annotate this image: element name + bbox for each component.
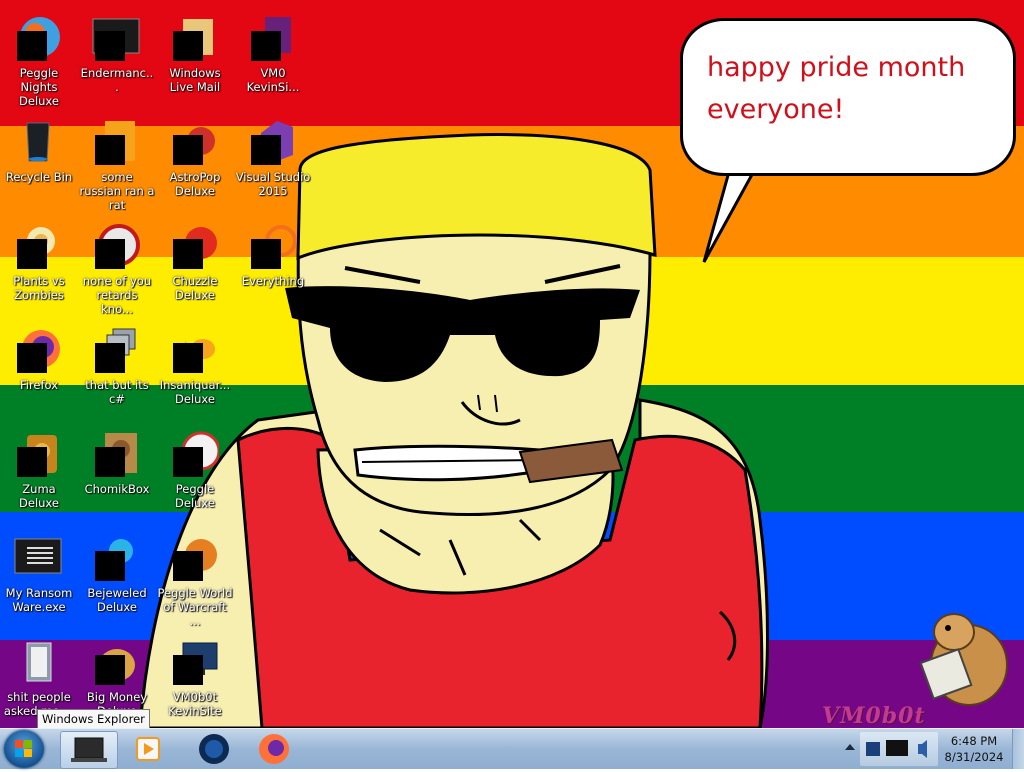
desktop-icon-chomikbox[interactable]: ChomikBox	[79, 425, 155, 525]
vm-globe-icon	[199, 734, 229, 764]
desktop-icon-windows-live-mail[interactable]: Windows Live Mail	[157, 9, 233, 109]
taskbar-firefox-button[interactable]	[246, 731, 302, 767]
desktop-icon-label: Windows Live Mail	[169, 66, 221, 94]
desktop-icon-label: Visual Studio 2015	[235, 170, 311, 198]
desktop-icon-none-of-you-retards-kno[interactable]: none of you retards kno...	[79, 217, 155, 317]
desktop-icon-vm0-kevinsi[interactable]: VM0 KevinSi...	[235, 9, 311, 109]
desktop-icon-my-ransom-ware[interactable]: My Ransom Ware.exe	[1, 529, 77, 629]
censor-box	[173, 655, 203, 685]
desktop-icon-peggle-nights-deluxe[interactable]: Peggle Nights Deluxe	[1, 9, 77, 109]
desktop-icon-zuma-deluxe[interactable]: Zuma Deluxe	[1, 425, 77, 525]
tray-volume-icon[interactable]	[918, 740, 927, 758]
desktop-icon-label: Endermanc...	[80, 66, 154, 94]
desktop-icon-vm0b0t-kevinsite[interactable]: VM0b0t KevinSite	[157, 633, 233, 728]
desktop-icon-label: Recycle Bin	[5, 170, 73, 184]
desktop-icon-label: Peggle World of Warcraft ...	[157, 586, 233, 628]
recycle-bin-icon	[26, 122, 50, 162]
censor-box	[17, 343, 47, 373]
censor-box	[173, 239, 203, 269]
taskbar: 6:48 PM 8/31/2024	[0, 728, 1024, 769]
desktop-icon-label: Everything	[241, 274, 305, 288]
desktop-icon-label: VM0b0t KevinSite	[168, 690, 222, 718]
censor-box	[95, 135, 125, 165]
desktop-icon-some-russian-ran-a-rat[interactable]: some russian ran a rat	[79, 113, 155, 213]
windows-start-orb-icon	[15, 740, 32, 757]
censor-box	[173, 551, 203, 581]
censor-box	[95, 343, 125, 373]
taskbar-vm-globe-button[interactable]	[186, 731, 242, 767]
taskbar-clock[interactable]: 6:48 PM 8/31/2024	[940, 733, 1008, 765]
censor-box	[95, 239, 125, 269]
desktop-icon-label: Insaniquar... Deluxe	[159, 378, 231, 406]
speech-bubble-text: happy pride month everyone!	[707, 47, 997, 131]
console-window-icon	[14, 538, 62, 574]
desktop-icon-label: some russian ran a rat	[79, 170, 155, 212]
desktop-icon-plants-vs-zombies[interactable]: Plants vs Zombies	[1, 217, 77, 317]
desktop-icon-label: Firefox	[19, 378, 59, 392]
censor-box	[95, 31, 125, 61]
censor-box	[17, 31, 47, 61]
desktop-icon-label: VM0 KevinSi...	[246, 66, 300, 94]
desktop-icon-astropop-deluxe[interactable]: AstroPop Deluxe	[157, 113, 233, 213]
censor-box	[17, 239, 47, 269]
desktop[interactable]: happy pride month everyone! VM0b0t Peggl…	[0, 0, 1024, 728]
censor-box	[173, 135, 203, 165]
censor-box	[251, 135, 281, 165]
censor-box	[251, 31, 281, 61]
desktop-icon-label: Bejeweled Deluxe	[87, 586, 147, 614]
desktop-icon-label: Chuzzle Deluxe	[172, 274, 218, 302]
desktop-icon-label: none of you retards kno...	[82, 274, 152, 316]
desktop-icon-that-but-its-csharp[interactable]: that but its c#	[79, 321, 155, 421]
desktop-icon-label: Peggle Deluxe	[175, 482, 215, 510]
desktop-icon-bejeweled-deluxe[interactable]: Bejeweled Deluxe	[79, 529, 155, 629]
desktop-icon-chuzzle-deluxe[interactable]: Chuzzle Deluxe	[157, 217, 233, 317]
windows-media-player-icon	[136, 737, 160, 761]
desktop-icon-everything[interactable]: Everything	[235, 217, 311, 317]
tray-monitor-icon[interactable]	[886, 740, 908, 756]
desktop-icon-label: My Ransom Ware.exe	[5, 586, 73, 614]
desktop-icon-peggle-deluxe[interactable]: Peggle Deluxe	[157, 425, 233, 525]
desktop-icon-recycle-bin[interactable]: Recycle Bin	[1, 113, 77, 213]
windows-explorer-icon	[71, 737, 107, 762]
censor-box	[95, 655, 125, 685]
desktop-icon-label: that but its c#	[85, 378, 149, 406]
clock-date: 8/31/2024	[944, 750, 1004, 764]
show-hidden-icons-button[interactable]	[845, 744, 855, 750]
desktop-icon-label: AstroPop Deluxe	[169, 170, 221, 198]
notification-area	[860, 732, 938, 766]
censor-box	[173, 447, 203, 477]
desktop-icon-label: Peggle Nights Deluxe	[19, 66, 59, 108]
censor-box	[251, 239, 281, 269]
censor-box	[17, 447, 47, 477]
folder-icon	[26, 642, 52, 682]
desktop-icon-endermanc[interactable]: Endermanc...	[79, 9, 155, 109]
tooltip: Windows Explorer	[37, 709, 150, 728]
taskbar-windows-explorer-button[interactable]	[60, 731, 118, 769]
speech-bubble-line-2: everyone!	[707, 94, 845, 125]
desktop-icon-insaniquarium-deluxe[interactable]: Insaniquar... Deluxe	[157, 321, 233, 421]
desktop-icon-peggle-world-of-warcraft[interactable]: Peggle World of Warcraft ...	[157, 529, 233, 629]
desktop-icon-firefox[interactable]: Firefox	[1, 321, 77, 421]
desktop-icon-label: ChomikBox	[84, 482, 150, 496]
start-button[interactable]	[4, 730, 44, 768]
tray-network-icon[interactable]	[866, 742, 880, 756]
censor-box	[173, 343, 203, 373]
firefox-icon	[259, 734, 289, 764]
hamster-mascot-icon	[919, 613, 1008, 706]
desktop-icon-visual-studio-2015[interactable]: Visual Studio 2015	[235, 113, 311, 213]
censor-box	[95, 447, 125, 477]
censor-box	[173, 31, 203, 61]
show-desktop-button[interactable]	[1012, 729, 1024, 769]
taskbar-media-player-button[interactable]	[120, 731, 176, 767]
clock-time: 6:48 PM	[950, 734, 998, 748]
vm0b0t-watermark: VM0b0t	[822, 703, 926, 728]
speech-bubble-line-1: happy pride month	[707, 52, 966, 83]
desktop-icon-label: Zuma Deluxe	[19, 482, 59, 510]
desktop-icon-label: Plants vs Zombies	[13, 274, 65, 302]
speech-bubble: happy pride month everyone!	[680, 18, 1016, 176]
censor-box	[95, 551, 125, 581]
tray-icons	[866, 740, 927, 758]
